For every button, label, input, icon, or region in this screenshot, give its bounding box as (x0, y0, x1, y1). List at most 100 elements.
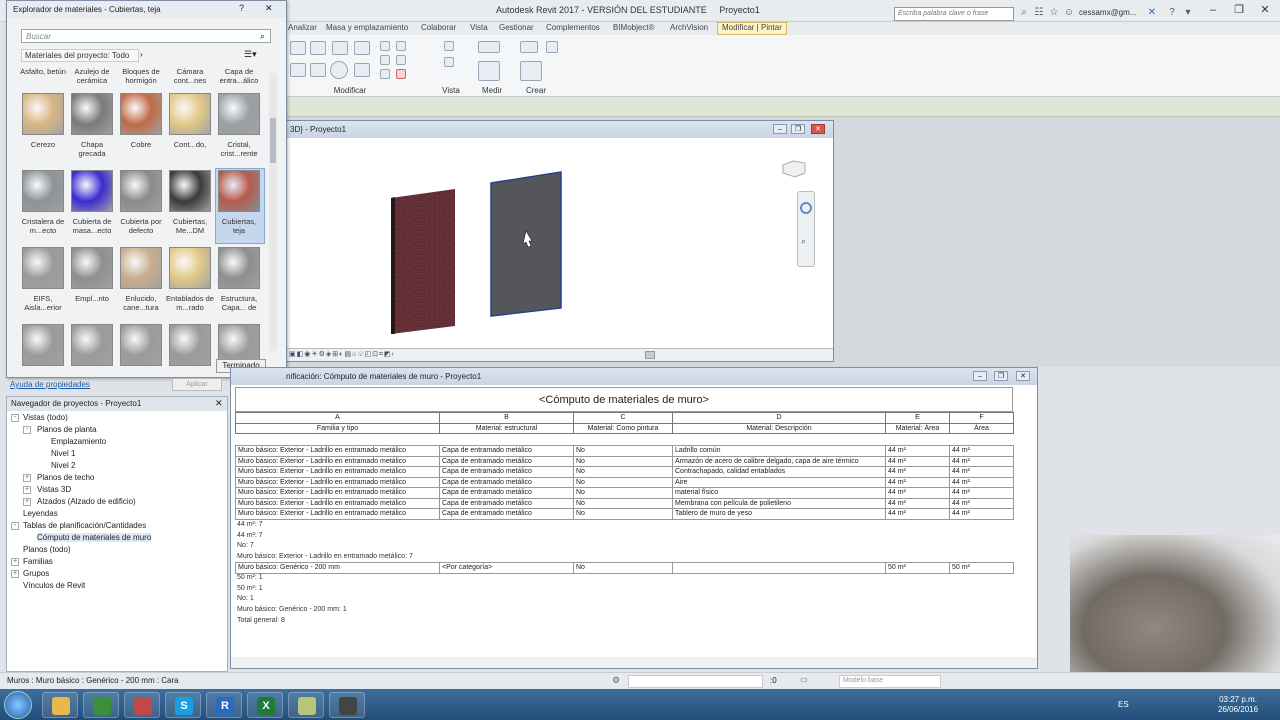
material-label[interactable]: Cubierta por defecto (117, 217, 165, 235)
material-swatch[interactable] (22, 93, 64, 135)
view-close-button[interactable]: ✕ (811, 124, 825, 134)
tab-vista[interactable]: Vista (470, 23, 488, 32)
column-header[interactable]: E (885, 412, 950, 424)
tree-toggle[interactable]: + (23, 486, 31, 494)
taskbar-app-button[interactable]: R (206, 692, 242, 718)
material-label[interactable]: Empl...nto (68, 294, 116, 303)
binoculars-icon[interactable]: ⌕ (1018, 7, 1030, 19)
table-cell[interactable]: Muro básico: Exterior - Ladrillo en entr… (235, 466, 440, 478)
tab-analizar[interactable]: Analizar (288, 23, 317, 32)
view-control-bar[interactable]: ▣◧◉☀⚙◈⊞◐▤⌂♧◰⊡⌗◩‹ (285, 348, 833, 361)
taskbar-app-button[interactable] (288, 692, 324, 718)
tree-node[interactable]: Tablas de planificación/Cantidades (23, 521, 146, 530)
column-header[interactable]: D (672, 412, 886, 424)
measure-icon[interactable] (478, 41, 500, 53)
user-icon[interactable]: ☺ (1063, 7, 1075, 19)
tab-complementos[interactable]: Complementos (546, 23, 600, 32)
chevron-down-icon[interactable]: ▾ (1182, 7, 1194, 19)
schedule-scrollbar[interactable] (231, 657, 1037, 668)
material-label[interactable]: Azulejo de cerámica (68, 67, 116, 85)
table-cell[interactable]: 44 m² (885, 508, 950, 520)
tree-toggle[interactable]: - (23, 426, 31, 434)
table-cell[interactable]: 44 m² (885, 466, 950, 478)
clock[interactable]: 03:27 p.m. 26/06/2016 (1218, 695, 1258, 715)
tree-toggle[interactable]: + (11, 570, 19, 578)
view-tool-2-icon[interactable] (444, 57, 454, 67)
split-tool-icon[interactable] (380, 41, 390, 51)
view-tool-icon[interactable] (444, 41, 454, 51)
table-cell[interactable]: Ladrillo común (672, 445, 886, 457)
column-header[interactable]: Área (949, 422, 1014, 434)
material-label[interactable]: Cerezo (19, 140, 67, 149)
table-cell[interactable]: Capa de entramado metálico (439, 476, 574, 488)
material-swatch[interactable] (71, 170, 113, 212)
workset-selector[interactable] (628, 675, 763, 688)
scale-tool-icon[interactable] (380, 69, 390, 79)
table-row[interactable]: Muro básico: Exterior - Ladrillo en entr… (235, 487, 1014, 499)
array-tool-icon[interactable] (380, 55, 390, 65)
table-cell[interactable]: <Por categoría> (439, 562, 574, 574)
material-label[interactable]: Cubierta de masa...ecto (68, 217, 116, 235)
column-header[interactable]: A (235, 412, 440, 424)
copy-tool-icon[interactable] (310, 63, 326, 77)
material-swatch[interactable] (71, 324, 113, 366)
table-cell[interactable]: 44 m² (949, 497, 1014, 509)
tree-node[interactable]: Nivel 1 (51, 449, 75, 458)
viewcube-icon[interactable] (775, 157, 815, 181)
help-search-input[interactable]: Escriba palabra clave o frase (894, 7, 1014, 21)
tree-node[interactable]: Planos (todo) (23, 545, 71, 554)
material-label[interactable]: Cubiertas, Me...DM (166, 217, 214, 235)
steering-wheel-icon[interactable] (800, 202, 812, 214)
table-cell[interactable]: Capa de entramado metálico (439, 455, 574, 467)
material-swatch[interactable] (218, 170, 260, 212)
tab-colaborar[interactable]: Colaborar (421, 23, 456, 32)
table-cell[interactable]: Capa de entramado metálico (439, 466, 574, 478)
material-swatch[interactable] (22, 324, 64, 366)
move-tool-icon[interactable] (290, 63, 306, 77)
tree-node[interactable]: Vínculos de Revit (23, 581, 85, 590)
table-cell[interactable]: No (573, 508, 673, 520)
material-swatch[interactable] (71, 247, 113, 289)
table-cell[interactable]: No (573, 562, 673, 574)
table-cell[interactable]: 50 m² (885, 562, 950, 574)
schedule-window[interactable]: nificación: Cómputo de materiales de mur… (230, 367, 1038, 669)
chevron-right-icon[interactable]: › (140, 50, 143, 59)
column-header[interactable]: Material: Descripción (672, 422, 886, 434)
material-swatch[interactable] (169, 170, 211, 212)
material-label[interactable]: Cubiertas, teja (215, 217, 263, 235)
tree-node[interactable]: Planos de planta (37, 425, 97, 434)
table-row[interactable]: Muro básico: Genérico - 200 mm <Por categ… (235, 562, 1014, 574)
trim-tool-icon[interactable] (354, 63, 370, 77)
minimize-button[interactable]: – (1200, 0, 1226, 20)
taskbar-app-button[interactable] (42, 692, 78, 718)
properties-help-link[interactable]: Ayuda de propiedades (10, 380, 90, 389)
column-header[interactable]: C (573, 412, 673, 424)
material-label[interactable]: Bloques de hormigón (117, 67, 165, 85)
material-swatch[interactable] (120, 247, 162, 289)
tab-bimobject[interactable]: BIMobject® (613, 23, 654, 32)
table-cell[interactable]: No (573, 476, 673, 488)
table-cell[interactable]: 44 m² (949, 445, 1014, 457)
header-row[interactable]: ABCDEF (235, 412, 1014, 424)
table-row[interactable]: Muro básico: Exterior - Ladrillo en entr… (235, 476, 1014, 488)
brick-wall[interactable] (391, 189, 455, 334)
editable-only-icon[interactable]: ▭ (800, 675, 808, 684)
material-swatch[interactable] (169, 247, 211, 289)
material-swatch[interactable] (120, 170, 162, 212)
table-cell[interactable]: 44 m² (949, 455, 1014, 467)
schedule-close-button[interactable]: ✕ (1016, 371, 1030, 381)
material-swatch[interactable] (218, 93, 260, 135)
generic-wall-selected[interactable] (490, 171, 562, 317)
table-cell[interactable]: 44 m² (885, 445, 950, 457)
material-label[interactable]: Entablados de m...rado (166, 294, 214, 312)
zoom-icon[interactable]: ⌕ (801, 236, 806, 247)
table-cell[interactable]: Contrachapado, calidad entablados (672, 466, 886, 478)
taskbar-app-button[interactable] (329, 692, 365, 718)
tree-node[interactable]: Planos de techo (37, 473, 94, 482)
rotate-tool-icon[interactable] (330, 61, 348, 79)
header-row[interactable]: Familia y tipo Material: estructural Mater… (235, 422, 1014, 434)
taskbar-app-button[interactable]: X (247, 692, 283, 718)
tree-node[interactable]: Nivel 2 (51, 461, 75, 470)
column-header[interactable]: F (949, 412, 1014, 424)
material-label[interactable]: Cristalera de m...ecto (19, 217, 67, 235)
